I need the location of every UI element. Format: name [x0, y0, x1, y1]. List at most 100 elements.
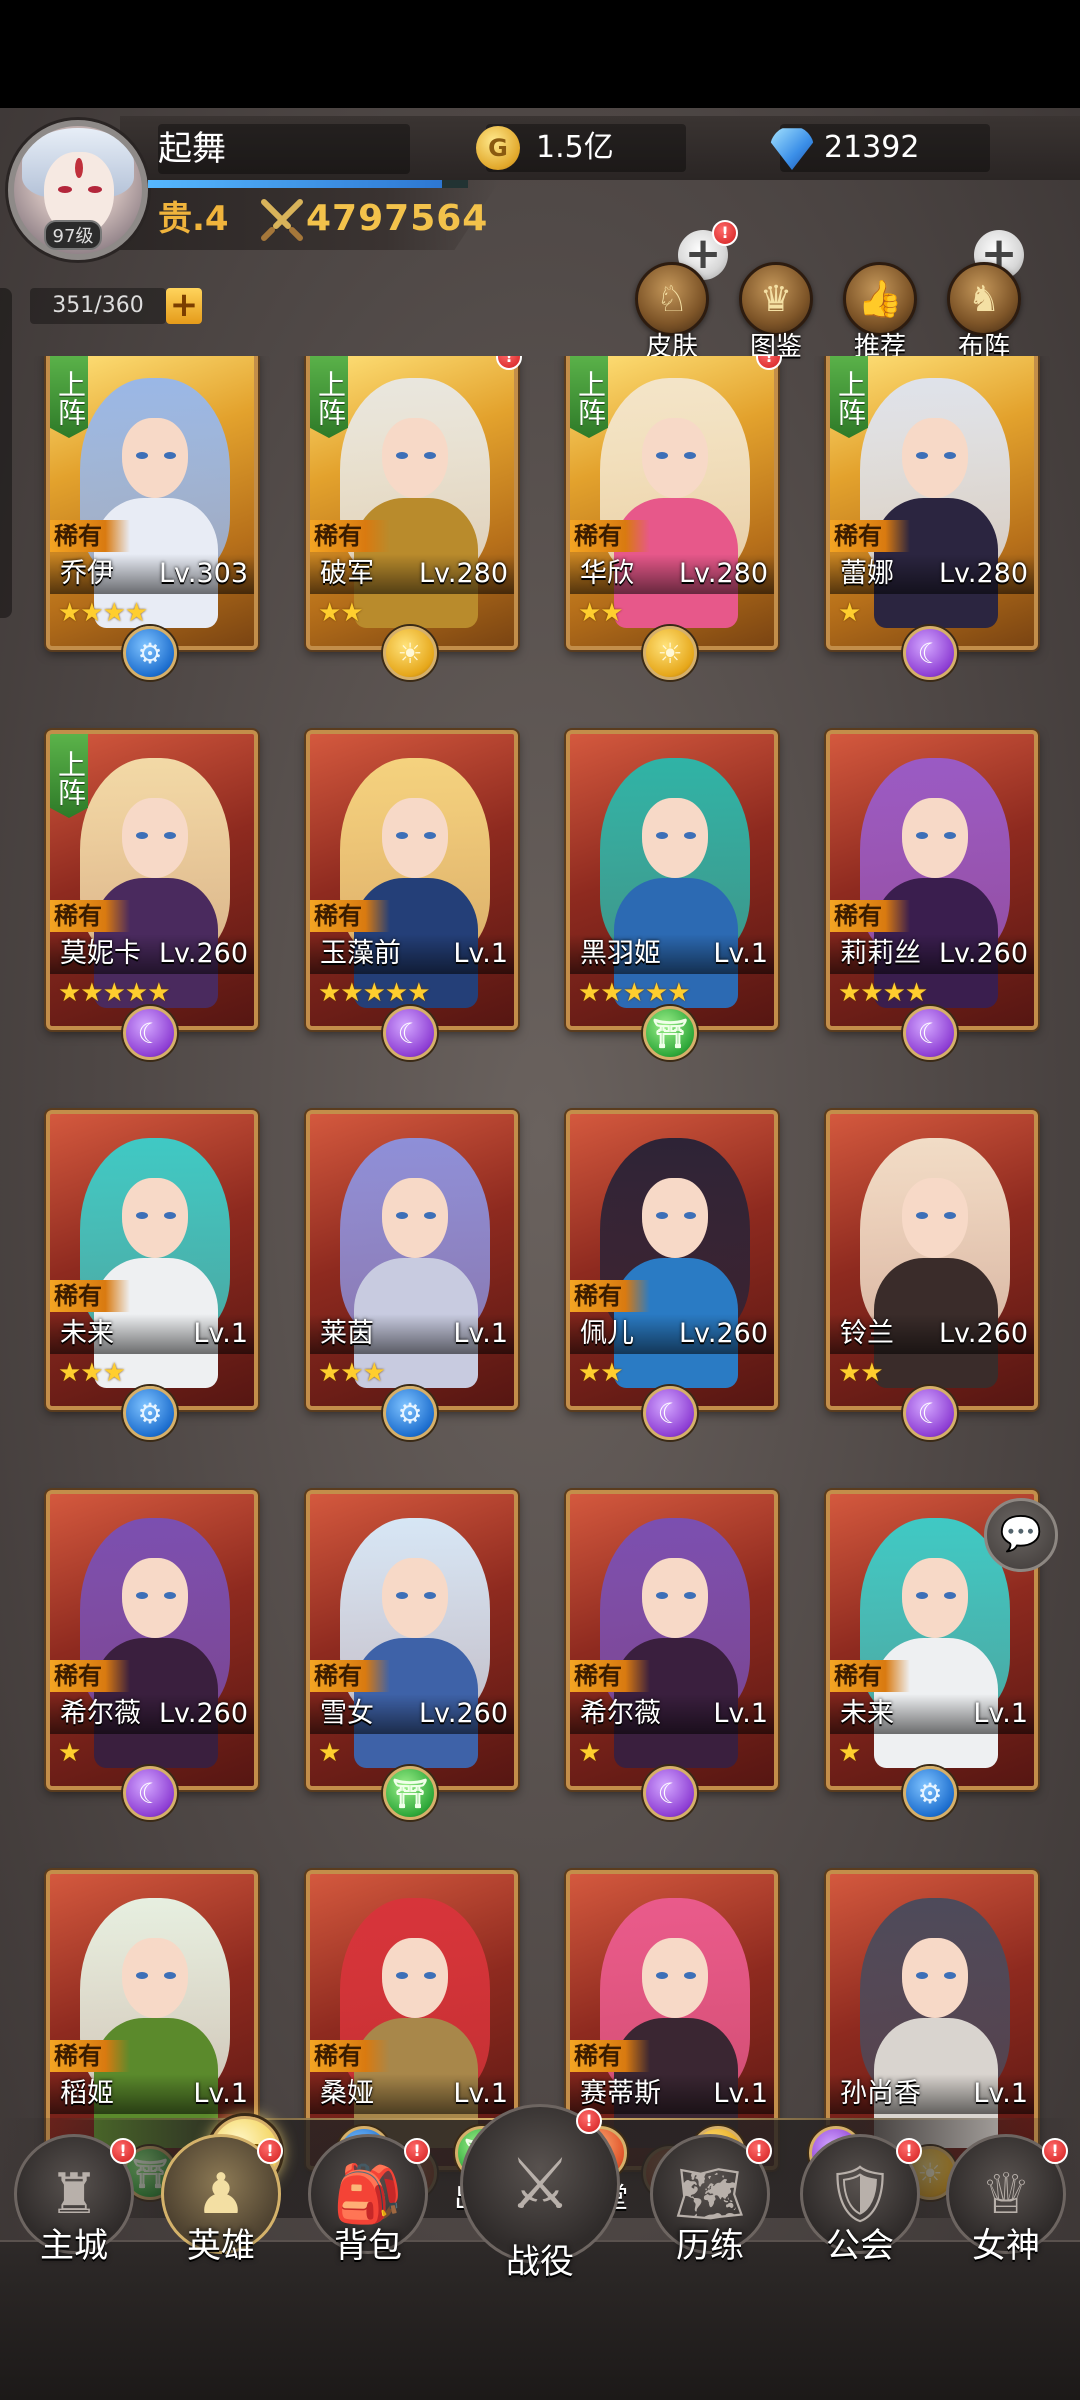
hero-card[interactable]: 上阵 稀有 破军 Lv.280 ★★ [306, 356, 518, 650]
rarity-badge: 稀有 [310, 520, 390, 552]
hero-name: 蕾娜 [840, 558, 894, 589]
gold-amount: 1.5亿 [536, 130, 614, 165]
expand-capacity-button[interactable]: + [166, 288, 202, 324]
hero-card[interactable]: 稀有 未来 Lv.1 ★★★ [46, 1110, 258, 1410]
night-moon-icon: ☾ [123, 1766, 177, 1820]
hero-name: 桑娅 [320, 2078, 374, 2109]
hero-card[interactable]: 上阵 稀有 华欣 Lv.280 ★★ [566, 356, 778, 650]
hero-level: Lv.280 [418, 558, 508, 589]
hero-level: Lv.260 [938, 1318, 1028, 1349]
deployed-badge: 上阵 [50, 734, 88, 818]
star-rating: ★★★★ [58, 598, 148, 628]
alert-badge: ! [896, 2138, 922, 2164]
crown-icon: ♛ [739, 262, 813, 336]
star-rating: ★★ [318, 598, 364, 628]
chat-bubble-icon[interactable]: 💬 [984, 1498, 1058, 1572]
action-1-button[interactable]: ♛ 图鉴 [736, 262, 816, 363]
night-moon-icon: ☾ [903, 626, 957, 680]
hero-level: Lv.1 [973, 1698, 1028, 1729]
player-name: 起舞 [158, 124, 410, 174]
rarity-badge: 稀有 [50, 520, 130, 552]
star-rating: ★★ [838, 1358, 884, 1388]
action-3-button[interactable]: ♞ 布阵 [944, 262, 1024, 363]
star-rating: ★ [838, 1738, 861, 1768]
hero-card[interactable]: 稀有 希尔薇 Lv.260 ★ [46, 1490, 258, 1790]
status-bar [0, 0, 1080, 108]
hero-card[interactable]: 上阵 稀有 蕾娜 Lv.280 ★ [826, 356, 1038, 650]
hero-level: Lv.280 [678, 558, 768, 589]
crossed-swords-icon [261, 199, 303, 241]
hero-level: Lv.1 [453, 1318, 508, 1349]
hero-card[interactable]: 铃兰 Lv.260 ★★ [826, 1110, 1038, 1410]
combat-power: 4797564 [306, 198, 489, 239]
hero-card[interactable]: 稀有 雪女 Lv.260 ★ [306, 1490, 518, 1790]
star-rating: ★ [578, 1738, 601, 1768]
hero-card[interactable]: 黑羽姬 Lv.1 ★★★★★ [566, 730, 778, 1030]
deployed-badge: 上阵 [570, 356, 608, 438]
rarity-badge: 稀有 [50, 1660, 130, 1692]
nav-label: 女神 [972, 2226, 1040, 2266]
nav-label: 战役 [506, 2242, 574, 2282]
alliance-gear-icon: ⚙ [903, 1766, 957, 1820]
nav-label: 英雄 [187, 2226, 255, 2266]
huaxia-sun-icon: ☀ [643, 626, 697, 680]
hero-card[interactable]: 稀有 佩儿 Lv.260 ★★ [566, 1110, 778, 1410]
nav-6[interactable]: ♕ 女神! [936, 2134, 1076, 2274]
player-header: 97级 起舞 贵.4 4797564 G 1.5亿 + ! 21392 + [0, 108, 1080, 280]
hero-name: 孙尚香 [840, 2078, 921, 2109]
night-moon-icon: ☾ [903, 1006, 957, 1060]
rarity-badge: 稀有 [830, 520, 910, 552]
rarity-badge: 稀有 [570, 1280, 650, 1312]
hero-level: Lv.260 [158, 1698, 248, 1729]
alert-badge: ! [576, 2108, 602, 2134]
hero-level: Lv.1 [973, 2078, 1028, 2109]
gem-amount: 21392 [824, 130, 920, 165]
star-rating: ★★ [578, 598, 624, 628]
rarity-badge: 稀有 [310, 2040, 390, 2072]
hero-name: 雪女 [320, 1698, 374, 1729]
nav-label: 背包 [334, 2226, 402, 2266]
star-rating: ★★ [578, 1358, 624, 1388]
chess-knight-icon: ♞ [947, 262, 1021, 336]
night-moon-icon: ☾ [643, 1766, 697, 1820]
hero-card[interactable]: 稀有 莉莉丝 Lv.260 ★★★★ [826, 730, 1038, 1030]
hero-level: Lv.280 [938, 558, 1028, 589]
hero-name: 莱茵 [320, 1318, 374, 1349]
hero-capacity: 351/360 [30, 288, 166, 324]
night-moon-icon: ☾ [903, 1386, 957, 1440]
hero-level: Lv.303 [158, 558, 248, 589]
nav-2[interactable]: 🎒 背包! [298, 2134, 438, 2274]
hero-grid[interactable]: 上阵 稀有 乔伊 Lv.303 ★★★★ ⚙ 上阵 稀有 破军 Lv.280 ★★ ☀! 上阵 稀有 华欣 L… [0, 356, 1080, 2226]
nav-0[interactable]: ♜ 主城! [4, 2134, 144, 2274]
alert-badge: ! [746, 2138, 772, 2164]
action-0-button[interactable]: ♘ 皮肤 [632, 262, 712, 363]
night-moon-icon: ☾ [123, 1006, 177, 1060]
nav-5[interactable]: 🛡 公会! [790, 2134, 930, 2274]
deployed-badge: 上阵 [310, 356, 348, 438]
rarity-badge: 稀有 [830, 1660, 910, 1692]
hero-card[interactable]: 莱茵 Lv.1 ★★★ [306, 1110, 518, 1410]
night-moon-icon: ☾ [383, 1006, 437, 1060]
rarity-badge: 稀有 [50, 1280, 130, 1312]
hero-name: 稻姬 [60, 2078, 114, 2109]
hero-name: 黑羽姬 [580, 938, 661, 969]
rarity-badge: 稀有 [570, 2040, 650, 2072]
rarity-badge: 稀有 [570, 520, 650, 552]
hero-name: 希尔薇 [580, 1698, 661, 1729]
hero-name: 铃兰 [840, 1318, 894, 1349]
hero-name: 乔伊 [60, 558, 114, 589]
night-moon-icon: ☾ [643, 1386, 697, 1440]
hero-card[interactable]: 上阵 稀有 乔伊 Lv.303 ★★★★ [46, 356, 258, 650]
hero-level: Lv.1 [713, 938, 768, 969]
hero-name: 玉藻前 [320, 938, 401, 969]
hero-level: Lv.1 [713, 2078, 768, 2109]
hero-card[interactable]: 稀有 玉藻前 Lv.1 ★★★★★ [306, 730, 518, 1030]
gold-coin-icon: G [476, 126, 520, 170]
hero-card[interactable]: 上阵 稀有 莫妮卡 Lv.260 ★★★★★ [46, 730, 258, 1030]
nav-1[interactable]: ♟ 英雄! [151, 2134, 291, 2274]
action-2-button[interactable]: 👍 推荐 [840, 262, 920, 363]
hero-card[interactable]: 稀有 希尔薇 Lv.1 ★ [566, 1490, 778, 1790]
nav-3[interactable]: ⚔ 战役! [455, 2104, 625, 2282]
nav-4[interactable]: 🗺 历练! [640, 2134, 780, 2274]
rarity-badge: 稀有 [570, 1660, 650, 1692]
